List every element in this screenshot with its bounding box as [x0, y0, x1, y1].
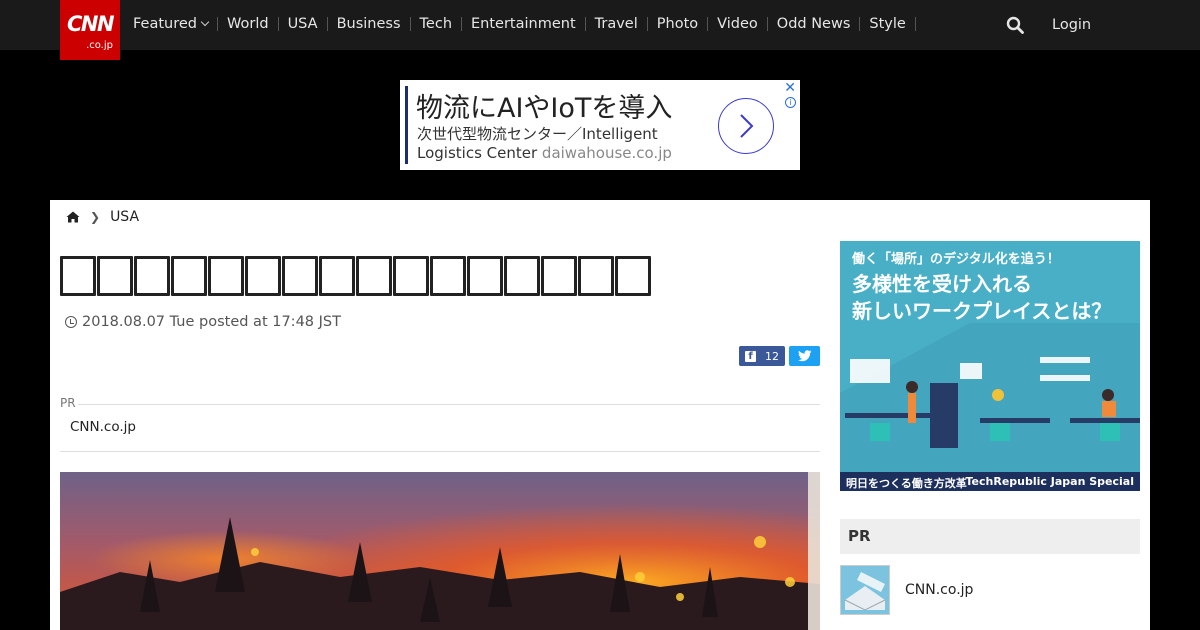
menu-item-featured[interactable]: Featured [133, 16, 210, 32]
article-pr-block: PR CNN.co.jp [60, 396, 820, 452]
article-date: 2018.08.07 Tue posted at 17:48 JST [65, 314, 341, 330]
title-glyph [171, 256, 207, 296]
title-glyph [430, 256, 466, 296]
clock-icon [65, 316, 77, 328]
menu-item-photo[interactable]: Photo [657, 16, 698, 32]
title-glyph [393, 256, 429, 296]
facebook-share-button[interactable]: f 12 [739, 346, 785, 366]
menu-divider [766, 17, 768, 31]
sidebar-ad-footer: 明日をつくる働き方改革 TechRepublic Japan Special [840, 472, 1140, 491]
sidebar-pr-thumbnail[interactable] [840, 565, 890, 615]
ad-headline: 物流にAIやIoTを導入 [416, 93, 673, 124]
twitter-icon [797, 350, 811, 362]
title-glyph [282, 256, 318, 296]
title-glyph [541, 256, 577, 296]
title-glyph [134, 256, 170, 296]
menu-divider [277, 17, 279, 31]
divider [78, 404, 820, 405]
sidebar-ad-line3: 新しいワークプレイスとは？ [852, 299, 1112, 323]
chevron-down-icon [200, 17, 210, 27]
pr-label: PR [60, 396, 76, 410]
article-title [60, 256, 651, 296]
menu-divider [859, 17, 861, 31]
facebook-icon: f [745, 350, 756, 362]
title-glyph [356, 256, 392, 296]
wildfire-photo [60, 472, 820, 630]
menu-divider [646, 17, 648, 31]
breadcrumb: ❯ USA [66, 209, 139, 225]
menu-item-travel[interactable]: Travel [595, 16, 638, 32]
twitter-share-button[interactable] [789, 346, 820, 366]
login-link[interactable]: Login [1052, 17, 1091, 33]
menu-item-style[interactable]: Style [869, 16, 905, 32]
menu-divider [409, 17, 411, 31]
sidebar-pr-link[interactable]: CNN.co.jp [905, 582, 973, 598]
envelope-icon [841, 566, 889, 614]
ad-accent-bar [405, 86, 408, 164]
sidebar-pr-heading-text: PR [848, 527, 871, 545]
ad-domain: daiwahouse.co.jp [541, 144, 672, 162]
sidebar-ad-line1: 働く「場所」のデジタル化を追う！ [852, 252, 1060, 267]
search-icon[interactable] [1006, 16, 1024, 34]
office-illustration [840, 323, 1140, 473]
title-glyph [578, 256, 614, 296]
date-text: 2018.08.07 Tue posted at 17:48 JST [82, 314, 341, 330]
divider [60, 451, 820, 452]
title-glyph [60, 256, 96, 296]
sidebar-ad-footer-right: TechRepublic Japan Special [965, 475, 1134, 488]
menu-divider [584, 17, 586, 31]
menu-divider [217, 17, 218, 31]
menu-item-tech[interactable]: Tech [420, 16, 452, 32]
ad-info-icon[interactable]: i [785, 97, 796, 108]
menu-divider [914, 17, 916, 31]
logo-wordmark: CNN [66, 12, 115, 36]
menu-item-video[interactable]: Video [717, 16, 758, 32]
menu-item-odd-news[interactable]: Odd News [777, 16, 851, 32]
menu-divider [326, 17, 328, 31]
top-navigation-bar: CNN .co.jp Featured World USA Business T… [0, 0, 1200, 60]
menu-item-label: Featured [133, 16, 197, 32]
main-menu: Featured World USA Business Tech Enterta… [133, 14, 925, 34]
title-glyph [97, 256, 133, 296]
chevron-right-icon: ❯ [90, 210, 101, 224]
menu-divider [461, 17, 463, 31]
chevron-right-icon [740, 114, 754, 138]
title-glyph [467, 256, 503, 296]
menu-item-business[interactable]: Business [337, 16, 401, 32]
main-content: ❯ USA 2018.08.07 Tue posted at 17:48 JST… [50, 200, 1150, 630]
sidebar-pr-heading: PR [840, 519, 1140, 554]
title-glyph [319, 256, 355, 296]
menu-item-usa[interactable]: USA [288, 16, 318, 32]
ad-close-icon[interactable]: ✕ [784, 80, 796, 96]
sidebar-ad-line2: 多様性を受け入れる [852, 272, 1032, 296]
share-buttons: f 12 [739, 346, 820, 366]
title-glyph [504, 256, 540, 296]
top-banner-ad[interactable]: 物流にAIやIoTを導入 次世代型物流センター／Intelligent Logi… [400, 80, 800, 170]
ad-subline: 次世代型物流センター／Intelligent Logistics Center … [417, 125, 707, 163]
logo-domain: .co.jp [86, 40, 113, 51]
pr-link[interactable]: CNN.co.jp [70, 419, 136, 435]
menu-item-world[interactable]: World [227, 16, 269, 32]
menu-item-entertainment[interactable]: Entertainment [471, 16, 576, 32]
ad-arrow-button[interactable] [718, 98, 774, 154]
home-icon[interactable] [66, 211, 80, 223]
facebook-share-count: 12 [765, 349, 779, 363]
article-hero-image [60, 472, 820, 630]
title-glyph [615, 256, 651, 296]
breadcrumb-section[interactable]: USA [110, 209, 139, 225]
cnn-logo[interactable]: CNN .co.jp [60, 0, 120, 60]
title-glyph [208, 256, 244, 296]
sidebar-ad-footer-left: 明日をつくる働き方改革 [846, 477, 967, 490]
title-glyph [245, 256, 281, 296]
sidebar-ad[interactable]: 働く「場所」のデジタル化を追う！ 多様性を受け入れる 新しいワークプレイスとは？ [840, 241, 1140, 491]
menu-divider [707, 17, 709, 31]
